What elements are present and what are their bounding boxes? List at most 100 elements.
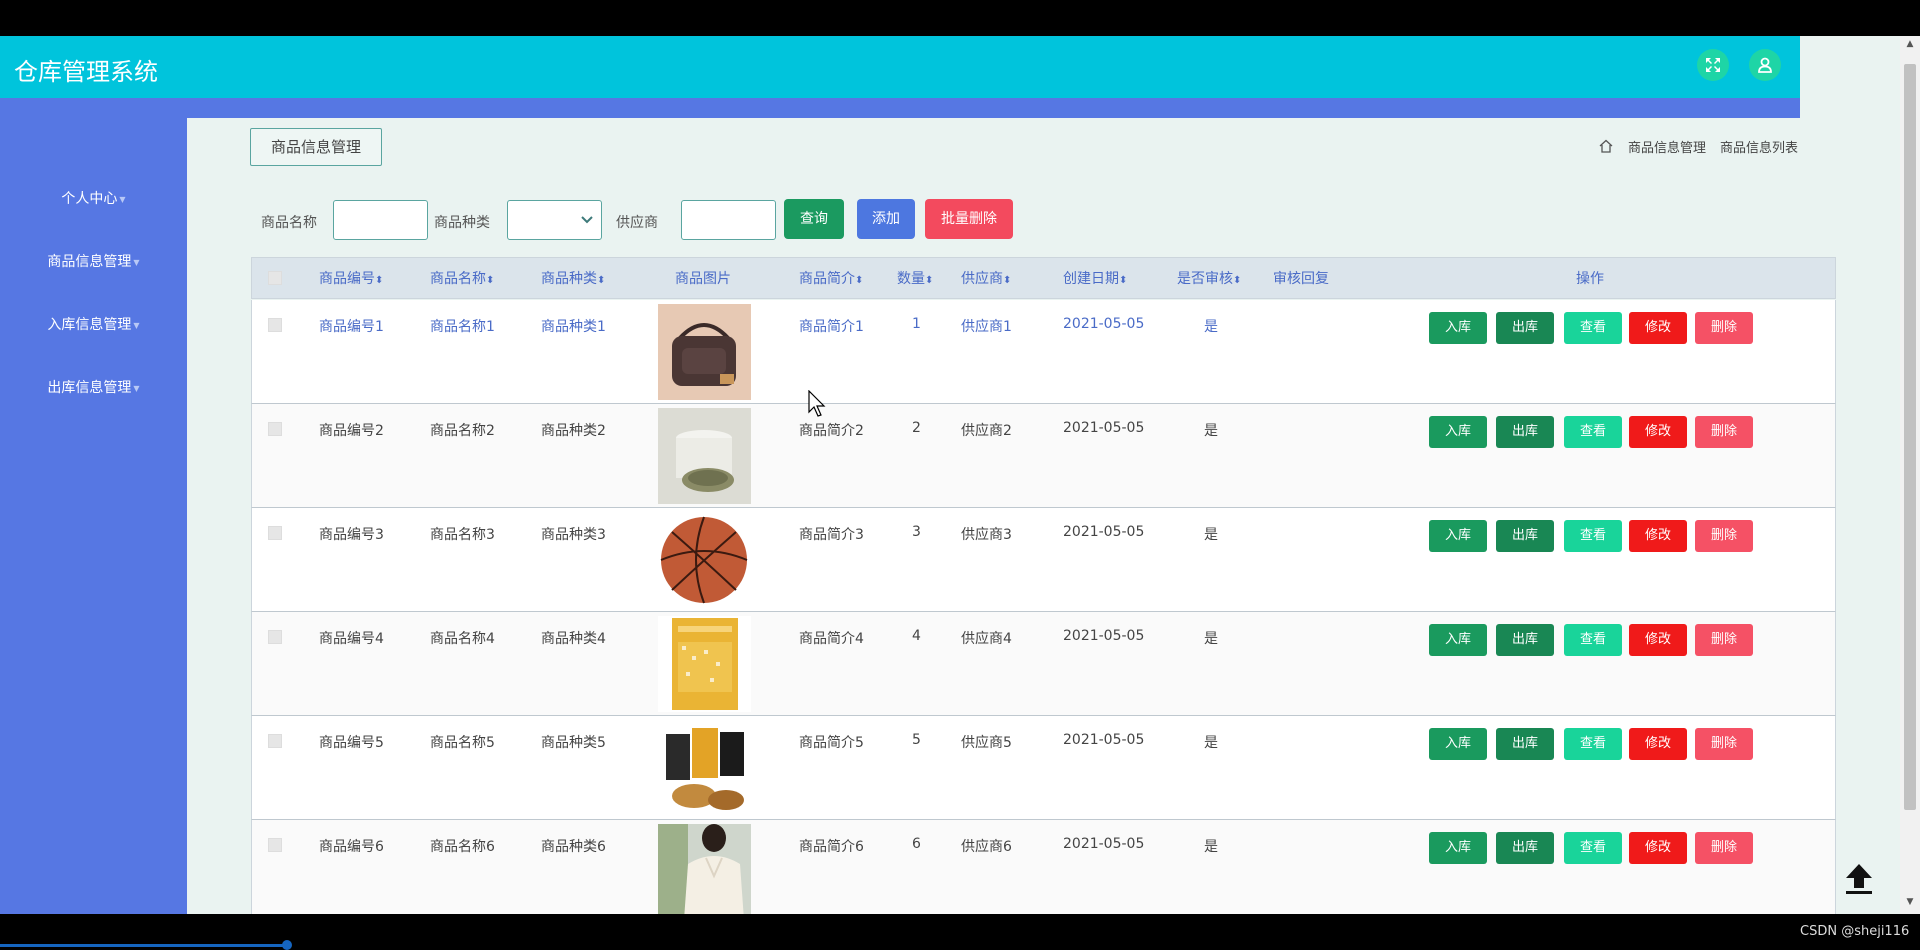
batch-delete-button[interactable]: 批量删除 xyxy=(925,199,1013,239)
column-header-label: 商品简介 xyxy=(799,271,855,287)
edit-button[interactable]: 修改 xyxy=(1629,832,1687,864)
delete-button[interactable]: 删除 xyxy=(1695,312,1753,344)
home-icon[interactable] xyxy=(1598,138,1614,154)
column-header-code[interactable]: 商品编号⬍ xyxy=(319,258,383,300)
product-image[interactable] xyxy=(658,616,751,712)
breadcrumb-item[interactable]: 商品信息管理 xyxy=(1628,137,1706,156)
row-checkbox[interactable] xyxy=(268,526,282,540)
product-name-input[interactable] xyxy=(333,200,428,240)
breadcrumb: 商品信息管理 商品信息列表 xyxy=(1598,136,1798,156)
cell-code: 商品编号2 xyxy=(319,423,384,439)
app-title: 仓库管理系统 xyxy=(14,58,158,86)
column-header-audited[interactable]: 是否审核⬍ xyxy=(1177,258,1241,300)
cell-qty: 6 xyxy=(912,836,921,852)
product-image[interactable] xyxy=(658,824,751,914)
column-header-supplier[interactable]: 供应商⬍ xyxy=(961,258,1011,300)
scroll-up-icon[interactable]: ▲ xyxy=(1904,38,1916,50)
cell-supplier: 供应商4 xyxy=(961,631,1012,647)
cell-audited: 是 xyxy=(1204,527,1218,543)
caret-down-icon: ▼ xyxy=(133,383,140,393)
supplier-input[interactable] xyxy=(681,200,776,240)
row-checkbox[interactable] xyxy=(268,630,282,644)
edit-button[interactable]: 修改 xyxy=(1629,312,1687,344)
view-button[interactable]: 查看 xyxy=(1564,728,1622,760)
sidebar-item-inbound-info[interactable]: 入库信息管理 ▼ xyxy=(0,314,187,334)
product-category-select[interactable] xyxy=(507,200,602,240)
product-image[interactable] xyxy=(658,304,751,400)
column-header-reply: 审核回复 xyxy=(1273,271,1329,287)
cell-name: 商品名称4 xyxy=(430,631,495,647)
outbound-button[interactable]: 出库 xyxy=(1496,416,1554,448)
outbound-button[interactable]: 出库 xyxy=(1496,728,1554,760)
edit-button[interactable]: 修改 xyxy=(1629,624,1687,656)
cell-audited: 是 xyxy=(1204,423,1218,439)
sidebar-item-outbound-info[interactable]: 出库信息管理 ▼ xyxy=(0,377,187,397)
sort-icon: ⬍ xyxy=(375,275,384,286)
cell-category: 商品种类2 xyxy=(541,423,606,439)
edit-button[interactable]: 修改 xyxy=(1629,728,1687,760)
cell-date: 2021-05-05 xyxy=(1063,628,1145,644)
sidebar-item-product-info[interactable]: 商品信息管理 ▼ xyxy=(0,251,187,271)
edit-button[interactable]: 修改 xyxy=(1629,416,1687,448)
view-button[interactable]: 查看 xyxy=(1564,832,1622,864)
inbound-button[interactable]: 入库 xyxy=(1429,624,1487,656)
delete-button[interactable]: 删除 xyxy=(1695,624,1753,656)
sidebar-item-personal-center[interactable]: 个人中心 ▼ xyxy=(0,188,187,208)
column-header-date[interactable]: 创建日期⬍ xyxy=(1063,258,1127,300)
user-icon xyxy=(1758,57,1772,73)
user-button[interactable] xyxy=(1749,49,1781,81)
video-progress-bar[interactable] xyxy=(0,944,290,947)
view-button[interactable]: 查看 xyxy=(1564,520,1622,552)
inbound-button[interactable]: 入库 xyxy=(1429,728,1487,760)
outbound-button[interactable]: 出库 xyxy=(1496,520,1554,552)
row-checkbox[interactable] xyxy=(268,734,282,748)
cell-date: 2021-05-05 xyxy=(1063,420,1145,436)
view-button[interactable]: 查看 xyxy=(1564,416,1622,448)
table-row: 商品编号5 商品名称5 商品种类5 商品简介5 5 供应商5 2021-05-05 是 入库 出库… xyxy=(251,716,1836,820)
cell-intro: 商品简介3 xyxy=(799,527,864,543)
scrollbar-thumb[interactable] xyxy=(1904,64,1916,810)
cell-supplier: 供应商6 xyxy=(961,839,1012,855)
select-all-checkbox[interactable] xyxy=(268,271,282,285)
cell-supplier: 供应商3 xyxy=(961,527,1012,543)
view-button[interactable]: 查看 xyxy=(1564,312,1622,344)
sidebar-item-label: 入库信息管理 xyxy=(47,317,132,333)
cell-supplier: 供应商5 xyxy=(961,735,1012,751)
column-header-category[interactable]: 商品种类⬍ xyxy=(541,258,605,300)
product-image[interactable] xyxy=(658,408,751,504)
product-image[interactable] xyxy=(658,512,751,608)
delete-button[interactable]: 删除 xyxy=(1695,832,1753,864)
row-checkbox[interactable] xyxy=(268,318,282,332)
edit-button[interactable]: 修改 xyxy=(1629,520,1687,552)
cell-code: 商品编号5 xyxy=(319,735,384,751)
cell-code: 商品编号3 xyxy=(319,527,384,543)
table-row: 商品编号4 商品名称4 商品种类4 商品简介4 4 供应商4 2021-05-05 是 入库 出库… xyxy=(251,612,1836,716)
product-image[interactable] xyxy=(658,720,751,816)
expand-arrows-icon xyxy=(1706,58,1720,72)
scroll-down-icon[interactable]: ▼ xyxy=(1904,896,1916,908)
outbound-button[interactable]: 出库 xyxy=(1496,624,1554,656)
inbound-button[interactable]: 入库 xyxy=(1429,832,1487,864)
delete-button[interactable]: 删除 xyxy=(1695,728,1753,760)
inbound-button[interactable]: 入库 xyxy=(1429,416,1487,448)
column-header-name[interactable]: 商品名称⬍ xyxy=(430,258,494,300)
delete-button[interactable]: 删除 xyxy=(1695,520,1753,552)
column-header-intro[interactable]: 商品简介⬍ xyxy=(799,258,863,300)
fullscreen-button[interactable] xyxy=(1697,49,1729,81)
outbound-button[interactable]: 出库 xyxy=(1496,312,1554,344)
inbound-button[interactable]: 入库 xyxy=(1429,312,1487,344)
row-checkbox[interactable] xyxy=(268,838,282,852)
delete-button[interactable]: 删除 xyxy=(1695,416,1753,448)
view-button[interactable]: 查看 xyxy=(1564,624,1622,656)
add-button[interactable]: 添加 xyxy=(857,199,915,239)
tab-product-info[interactable]: 商品信息管理 xyxy=(250,128,382,166)
video-progress-handle[interactable] xyxy=(282,940,292,950)
row-checkbox[interactable] xyxy=(268,422,282,436)
screen: 仓库管理系统 个人中心 ▼ 商品信息管理 ▼ 入库信息管理 ▼ 出库信息管理 ▼… xyxy=(0,0,1920,950)
cell-name: 商品名称3 xyxy=(430,527,495,543)
outbound-button[interactable]: 出库 xyxy=(1496,832,1554,864)
column-header-qty[interactable]: 数量⬍ xyxy=(897,258,933,300)
query-button[interactable]: 查询 xyxy=(784,199,844,239)
inbound-button[interactable]: 入库 xyxy=(1429,520,1487,552)
arrow-up-icon[interactable] xyxy=(1842,860,1876,896)
